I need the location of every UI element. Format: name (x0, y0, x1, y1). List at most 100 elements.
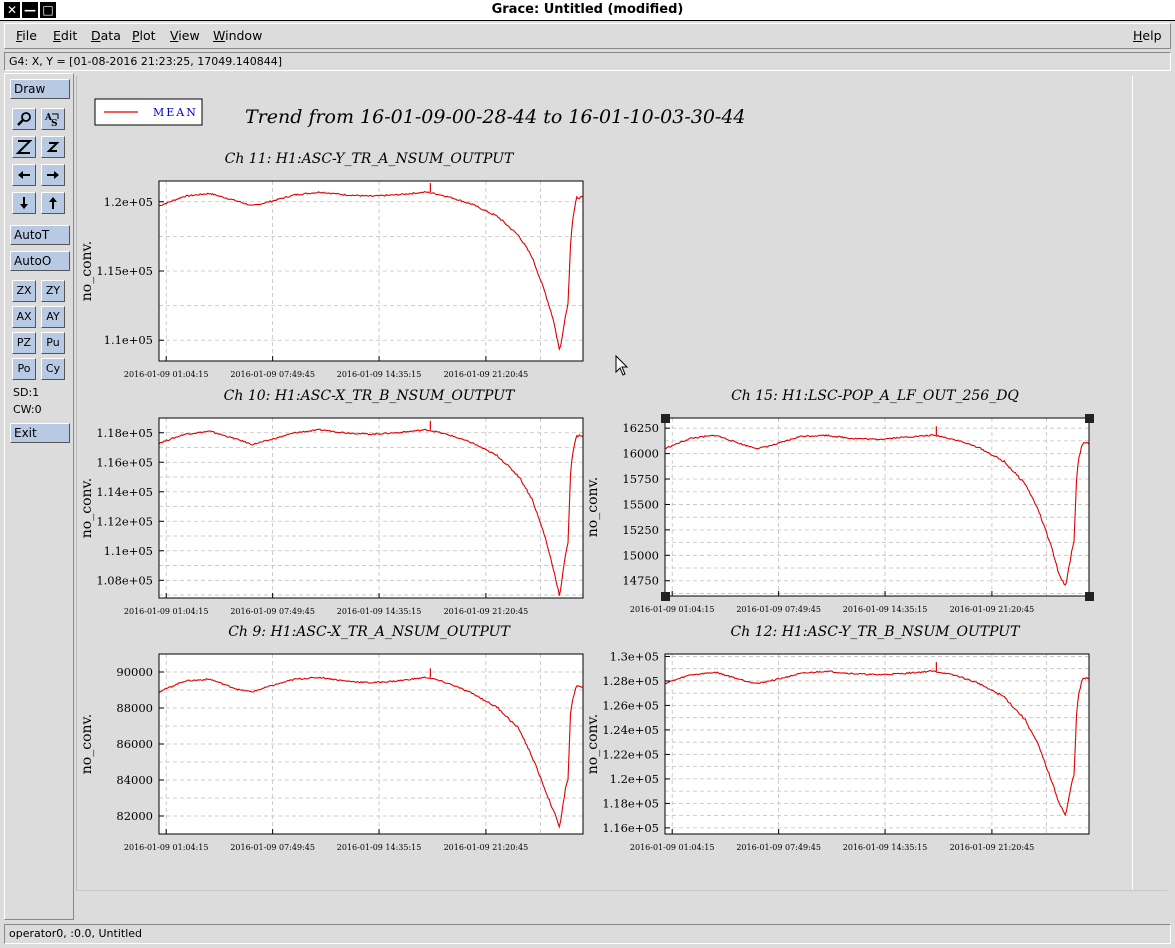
push-zoom-button[interactable]: PZ (12, 332, 36, 354)
y-axis-label: no_conv. (79, 241, 95, 301)
current-world-label: CW:0 (13, 403, 42, 416)
title-bar: ✕ — □ Grace: Untitled (modified) (0, 0, 1175, 21)
x-tick-label: 2016-01-09 14:35:15 (337, 843, 422, 852)
selection-handle (1085, 414, 1094, 423)
zoom-icon (13, 111, 35, 127)
selection-handle (661, 592, 670, 601)
y-tick-label: 15250 (622, 523, 659, 537)
plot-canvas[interactable]: MEAN Trend from 16-01-09-00-28-44 to 16-0… (76, 76, 1133, 890)
x-tick-label: 2016-01-09 07:49:45 (736, 843, 821, 852)
y-tick-label: 15500 (622, 497, 659, 511)
y-axis-label: no_conv. (585, 477, 601, 537)
x-tick-label: 2016-01-09 14:35:15 (337, 607, 422, 616)
cycle-button[interactable]: Cy (41, 358, 65, 380)
y-tick-label: 1.1e+05 (104, 544, 153, 558)
legend-label: MEAN (153, 106, 198, 119)
autoon-button[interactable]: AutoO (10, 251, 70, 271)
menu-plot[interactable]: Plot (132, 28, 156, 43)
x-tick-label: 2016-01-09 01:04:15 (124, 370, 209, 379)
menu-data[interactable]: Data (91, 28, 121, 43)
y-tick-label: 1.26e+05 (602, 698, 659, 712)
x-tick-label: 2016-01-09 07:49:45 (230, 607, 315, 616)
exit-button[interactable]: Exit (10, 423, 70, 443)
y-tick-label: 90000 (116, 665, 153, 679)
x-tick-label: 2016-01-09 21:20:45 (950, 605, 1035, 614)
menu-help[interactable]: Help (1133, 28, 1162, 43)
chart-title: Ch 11: H1:ASC-Y_TR_A_NSUM_OUTPUT (225, 151, 515, 167)
autoscale-text-button[interactable]: AS (41, 108, 65, 130)
scroll-down-button[interactable] (12, 192, 36, 214)
zoom-y-icon (42, 139, 64, 155)
y-tick-label: 1.16e+05 (96, 455, 153, 469)
menu-bar: File Edit Data Plot View Window Help (4, 23, 1171, 49)
zoom-y-button[interactable] (41, 136, 65, 158)
y-tick-label: 1.24e+05 (602, 723, 659, 737)
horizontal-scrollbar[interactable] (76, 890, 1167, 918)
status-bar: operator0, :0.0, Untitled (4, 924, 1171, 944)
locator-text: G4: X, Y = [01-08-2016 21:23:25, 17049.1… (9, 55, 283, 68)
y-tick-label: 84000 (116, 773, 153, 787)
menu-view[interactable]: View (170, 28, 200, 43)
status-text: operator0, :0.0, Untitled (9, 927, 143, 940)
x-tick-label: 2016-01-09 07:49:45 (230, 843, 315, 852)
menu-window[interactable]: Window (213, 28, 262, 43)
x-tick-label: 2016-01-09 14:35:15 (843, 843, 928, 852)
chart-title: Ch 10: H1:ASC-X_TR_B_NSUM_OUTPUT (224, 388, 516, 404)
y-tick-label: 1.18e+05 (96, 426, 153, 440)
y-tick-label: 15750 (622, 472, 659, 486)
plot-area-1 (159, 418, 583, 598)
chart-area: MEAN Trend from 16-01-09-00-28-44 to 16-0… (79, 98, 1094, 852)
scroll-left-button[interactable] (12, 164, 36, 186)
zoom-button[interactable] (12, 108, 36, 130)
x-tick-label: 2016-01-09 01:04:15 (630, 843, 715, 852)
zoom-x-icon (13, 139, 35, 155)
y-tick-label: 1.15e+05 (96, 264, 153, 278)
x-tick-label: 2016-01-09 07:49:45 (736, 605, 821, 614)
y-axis-label: no_conv. (79, 714, 95, 774)
main-title: Trend from 16-01-09-00-28-44 to 16-01-10… (245, 106, 746, 128)
chart-title: Ch 15: H1:LSC-POP_A_LF_OUT_256_DQ (731, 388, 1019, 404)
vertical-scrollbar[interactable] (1133, 76, 1167, 890)
y-tick-label: 15000 (622, 548, 659, 562)
y-tick-label: 1.28e+05 (602, 674, 659, 688)
y-tick-label: 1.22e+05 (602, 747, 659, 761)
x-tick-label: 2016-01-09 21:20:45 (444, 843, 529, 852)
x-tick-label: 2016-01-09 14:35:15 (337, 370, 422, 379)
y-tick-label: 1.14e+05 (96, 485, 153, 499)
y-axis-label: no_conv. (585, 714, 601, 774)
zoom-x-axis-button[interactable]: ZX (12, 280, 36, 302)
pop-button[interactable]: Po (12, 358, 36, 380)
zoom-x-button[interactable] (12, 136, 36, 158)
y-tick-label: 1.08e+05 (96, 573, 153, 587)
y-tick-label: 1.18e+05 (602, 796, 659, 810)
x-tick-label: 2016-01-09 21:20:45 (444, 607, 529, 616)
autoscale-x-button[interactable]: AX (12, 306, 36, 328)
draw-button[interactable]: Draw (10, 79, 70, 99)
menu-edit[interactable]: Edit (53, 28, 77, 43)
x-tick-label: 2016-01-09 21:20:45 (950, 843, 1035, 852)
autoscale-y-button[interactable]: AY (41, 306, 65, 328)
plot-area-2 (665, 418, 1089, 596)
selection-handle (661, 414, 670, 423)
chart-title: Ch 12: H1:ASC-Y_TR_B_NSUM_OUTPUT (731, 624, 1022, 640)
y-tick-label: 88000 (116, 701, 153, 715)
arrow-right-icon (42, 167, 64, 183)
push-button[interactable]: Pu (41, 332, 65, 354)
y-tick-label: 1.2e+05 (104, 195, 153, 209)
scroll-right-button[interactable] (41, 164, 65, 186)
y-tick-label: 14750 (622, 574, 659, 588)
arrow-up-icon (42, 195, 64, 211)
x-tick-label: 2016-01-09 01:04:15 (124, 843, 209, 852)
scroll-up-button[interactable] (41, 192, 65, 214)
zoom-y-axis-button[interactable]: ZY (41, 280, 65, 302)
y-tick-label: 1.3e+05 (610, 649, 659, 663)
autotick-button[interactable]: AutoT (10, 225, 70, 245)
x-tick-label: 2016-01-09 21:20:45 (444, 370, 529, 379)
menu-file[interactable]: File (16, 28, 37, 43)
x-tick-label: 2016-01-09 01:04:15 (124, 607, 209, 616)
y-axis-label: no_conv. (79, 478, 95, 538)
autoscale-text-icon: AS (42, 111, 64, 127)
locator-bar: G4: X, Y = [01-08-2016 21:23:25, 17049.1… (4, 52, 1171, 71)
y-tick-label: 16000 (622, 447, 659, 461)
arrow-left-icon (13, 167, 35, 183)
